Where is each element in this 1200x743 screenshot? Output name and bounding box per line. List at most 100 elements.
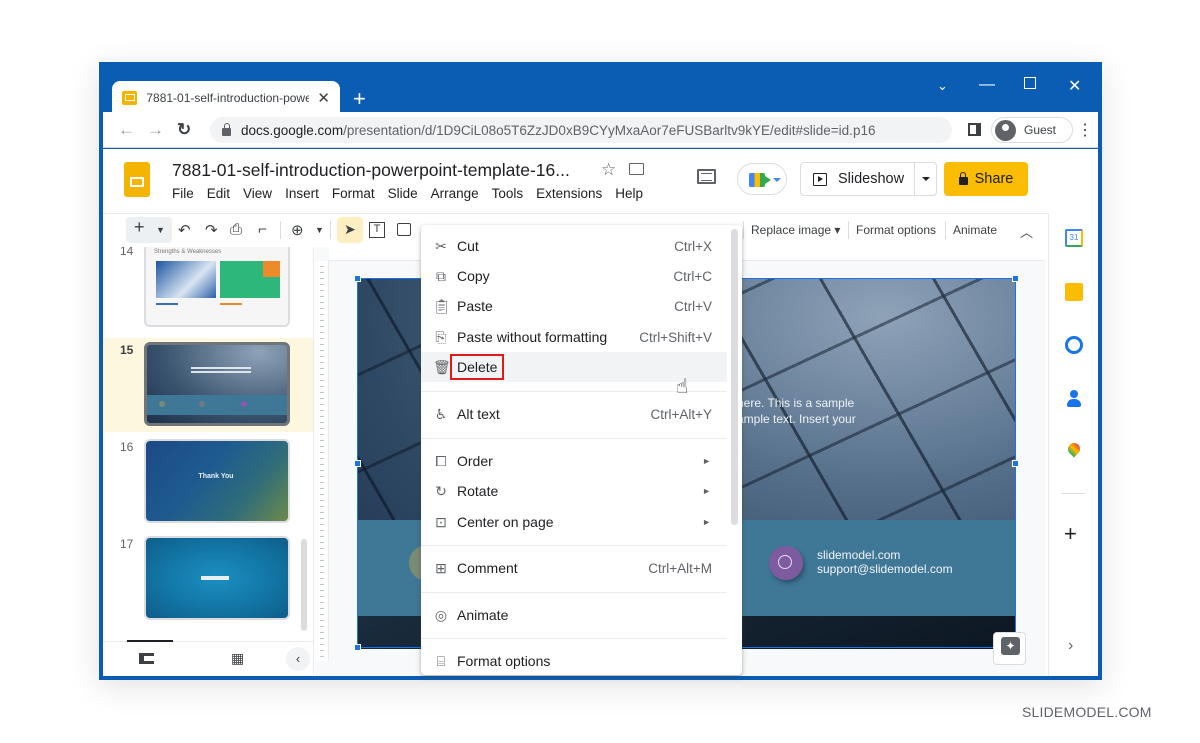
menu-slide[interactable]: Slide <box>388 186 418 201</box>
slide-thumbnail-16[interactable]: 16 Thank You <box>103 435 313 529</box>
context-menu-scrollbar[interactable] <box>731 229 738 525</box>
new-tab-icon[interactable]: + <box>353 86 366 112</box>
share-button[interactable]: Share <box>944 162 1028 196</box>
menu-item-label: Order <box>457 453 493 469</box>
redo-icon[interactable]: ↷ <box>205 221 218 239</box>
window-close-icon[interactable]: ✕ <box>1068 76 1081 96</box>
menu-item-rotate[interactable]: ↻ Rotate ► <box>421 476 727 506</box>
undo-icon[interactable]: ↶ <box>178 221 191 239</box>
menu-format[interactable]: Format <box>332 186 375 201</box>
menu-view[interactable]: View <box>243 186 272 201</box>
contact-text[interactable]: slidemodel.com support@slidemodel.com <box>817 548 953 576</box>
menu-item-paste-without-formatting[interactable]: ⎘ Paste without formatting Ctrl+Shift+V <box>421 322 727 352</box>
collapse-filmstrip-icon[interactable]: ‹ <box>286 647 310 671</box>
filmstrip-view-icon[interactable] <box>139 653 154 664</box>
thumb-logo <box>201 576 229 580</box>
star-icon[interactable]: ☆ <box>601 160 616 180</box>
menu-item-animate[interactable]: ◎ Animate <box>421 600 727 630</box>
menu-item-shortcut: Ctrl+C <box>673 268 712 284</box>
resize-handle-top-right[interactable] <box>1012 275 1019 282</box>
profile-button[interactable]: Guest <box>991 117 1073 143</box>
expand-side-panel-icon[interactable]: › <box>1068 637 1073 655</box>
menu-item-copy[interactable]: ⧉ Copy Ctrl+C <box>421 261 727 291</box>
website-text: slidemodel.com <box>817 548 901 562</box>
replace-image-button[interactable]: Replace image ▾ <box>751 223 840 237</box>
slideshow-button[interactable]: Slideshow <box>800 162 937 196</box>
filmstrip-scrollbar[interactable] <box>301 539 307 631</box>
menu-item-format-options[interactable]: ⌸ Format options <box>421 646 727 676</box>
thumb-accent <box>263 261 280 277</box>
tasks-icon[interactable] <box>1065 336 1083 354</box>
slides-logo-icon[interactable] <box>124 162 150 197</box>
thumb-dot <box>159 401 165 407</box>
url-input[interactable]: docs.google.com/presentation/d/1D9CiL08o… <box>210 117 952 143</box>
menu-edit[interactable]: Edit <box>207 186 230 201</box>
present-icon <box>813 172 827 186</box>
browser-tab[interactable]: 7881-01-self-introduction-power ✕ <box>112 81 340 114</box>
format-options-button[interactable]: Format options <box>856 223 936 237</box>
text-box-icon[interactable]: T <box>369 222 385 238</box>
get-addons-icon[interactable]: + <box>1064 521 1077 547</box>
paint-format-icon[interactable]: ⌐ <box>258 221 267 238</box>
menu-item-center-on-page[interactable]: ⊡ Center on page ► <box>421 507 727 537</box>
browser-menu-icon[interactable]: ⋮ <box>1077 120 1093 140</box>
grid-view-icon[interactable]: ▦ <box>231 650 244 667</box>
clipboard-icon: 📋︎ <box>433 298 451 314</box>
document-title[interactable]: 7881-01-self-introduction-powerpoint-tem… <box>172 160 570 181</box>
thumb-text <box>191 371 251 373</box>
resize-handle-bottom-left[interactable] <box>354 644 361 651</box>
maps-icon[interactable] <box>1065 440 1083 461</box>
copy-icon: ⧉ <box>436 268 446 284</box>
resize-handle-top-left[interactable] <box>354 275 361 282</box>
slide-body-text[interactable]: here. This is a sample ample text. Inser… <box>737 395 856 427</box>
comment-history-icon[interactable] <box>697 169 716 184</box>
forward-icon[interactable]: → <box>147 120 164 140</box>
contacts-icon[interactable] <box>1065 390 1083 408</box>
menu-file[interactable]: File <box>172 186 194 201</box>
minimize-icon[interactable]: — <box>979 76 995 94</box>
reload-icon[interactable]: ↻ <box>177 120 191 140</box>
back-icon[interactable]: ← <box>118 120 135 140</box>
maximize-icon[interactable] <box>1024 77 1036 89</box>
slide-thumbnail-17[interactable]: 17 <box>103 532 313 626</box>
thumb-thank-you-text: Thank You <box>198 473 234 480</box>
menu-tools[interactable]: Tools <box>492 186 524 201</box>
tab-search-chevron-icon[interactable]: ⌄ <box>937 78 948 94</box>
menu-arrange[interactable]: Arrange <box>431 186 479 201</box>
zoom-dropdown-icon[interactable]: ▼ <box>315 225 324 235</box>
animate-button[interactable]: Animate <box>953 223 997 237</box>
menu-help[interactable]: Help <box>615 186 643 201</box>
move-folder-icon[interactable] <box>629 163 644 175</box>
new-slide-button[interactable] <box>126 217 172 243</box>
tab-title: 7881-01-self-introduction-power <box>146 90 310 105</box>
vertical-ruler[interactable] <box>315 261 329 661</box>
explore-button[interactable] <box>993 632 1026 665</box>
close-tab-icon[interactable]: ✕ <box>317 89 330 107</box>
menu-item-paste[interactable]: 📋︎ Paste Ctrl+V <box>421 291 727 321</box>
slideshow-label: Slideshow <box>838 171 905 187</box>
menu-extensions[interactable]: Extensions <box>536 186 602 201</box>
tab-strip: 7881-01-self-introduction-power ✕ + ⌄ — … <box>99 62 1102 114</box>
calendar-icon[interactable]: 31 <box>1065 229 1083 247</box>
collapse-toolbar-icon[interactable]: ︿ <box>1020 222 1033 241</box>
resize-handle-right[interactable] <box>1012 460 1019 467</box>
new-slide-dropdown-icon[interactable]: ▼ <box>156 225 165 235</box>
resize-handle-left[interactable] <box>354 460 361 467</box>
slide-thumbnail-14[interactable]: 14 Strengths & Weaknesses <box>103 247 313 333</box>
slideshow-dropdown[interactable] <box>914 163 936 195</box>
submenu-arrow-icon: ► <box>702 517 711 527</box>
keep-icon[interactable] <box>1065 283 1083 301</box>
order-icon: ⧠ <box>435 453 447 469</box>
image-icon[interactable] <box>397 223 411 236</box>
side-panel-icon[interactable] <box>968 123 981 136</box>
meet-button[interactable] <box>737 163 787 195</box>
thumb-label <box>156 303 178 305</box>
slide-thumbnail-15[interactable]: 15 <box>103 338 313 432</box>
print-icon[interactable]: ⎙ <box>230 221 242 238</box>
menu-item-cut[interactable]: ✂ Cut Ctrl+X <box>421 231 727 261</box>
menu-item-alt-text[interactable]: ♿︎ Alt text Ctrl+Alt+Y <box>421 399 727 429</box>
menu-item-comment[interactable]: ⊞ Comment Ctrl+Alt+M <box>421 553 727 583</box>
menu-insert[interactable]: Insert <box>285 186 319 201</box>
menu-item-order[interactable]: ⧠ Order ► <box>421 446 727 476</box>
zoom-icon[interactable]: ⊕ <box>291 221 304 239</box>
